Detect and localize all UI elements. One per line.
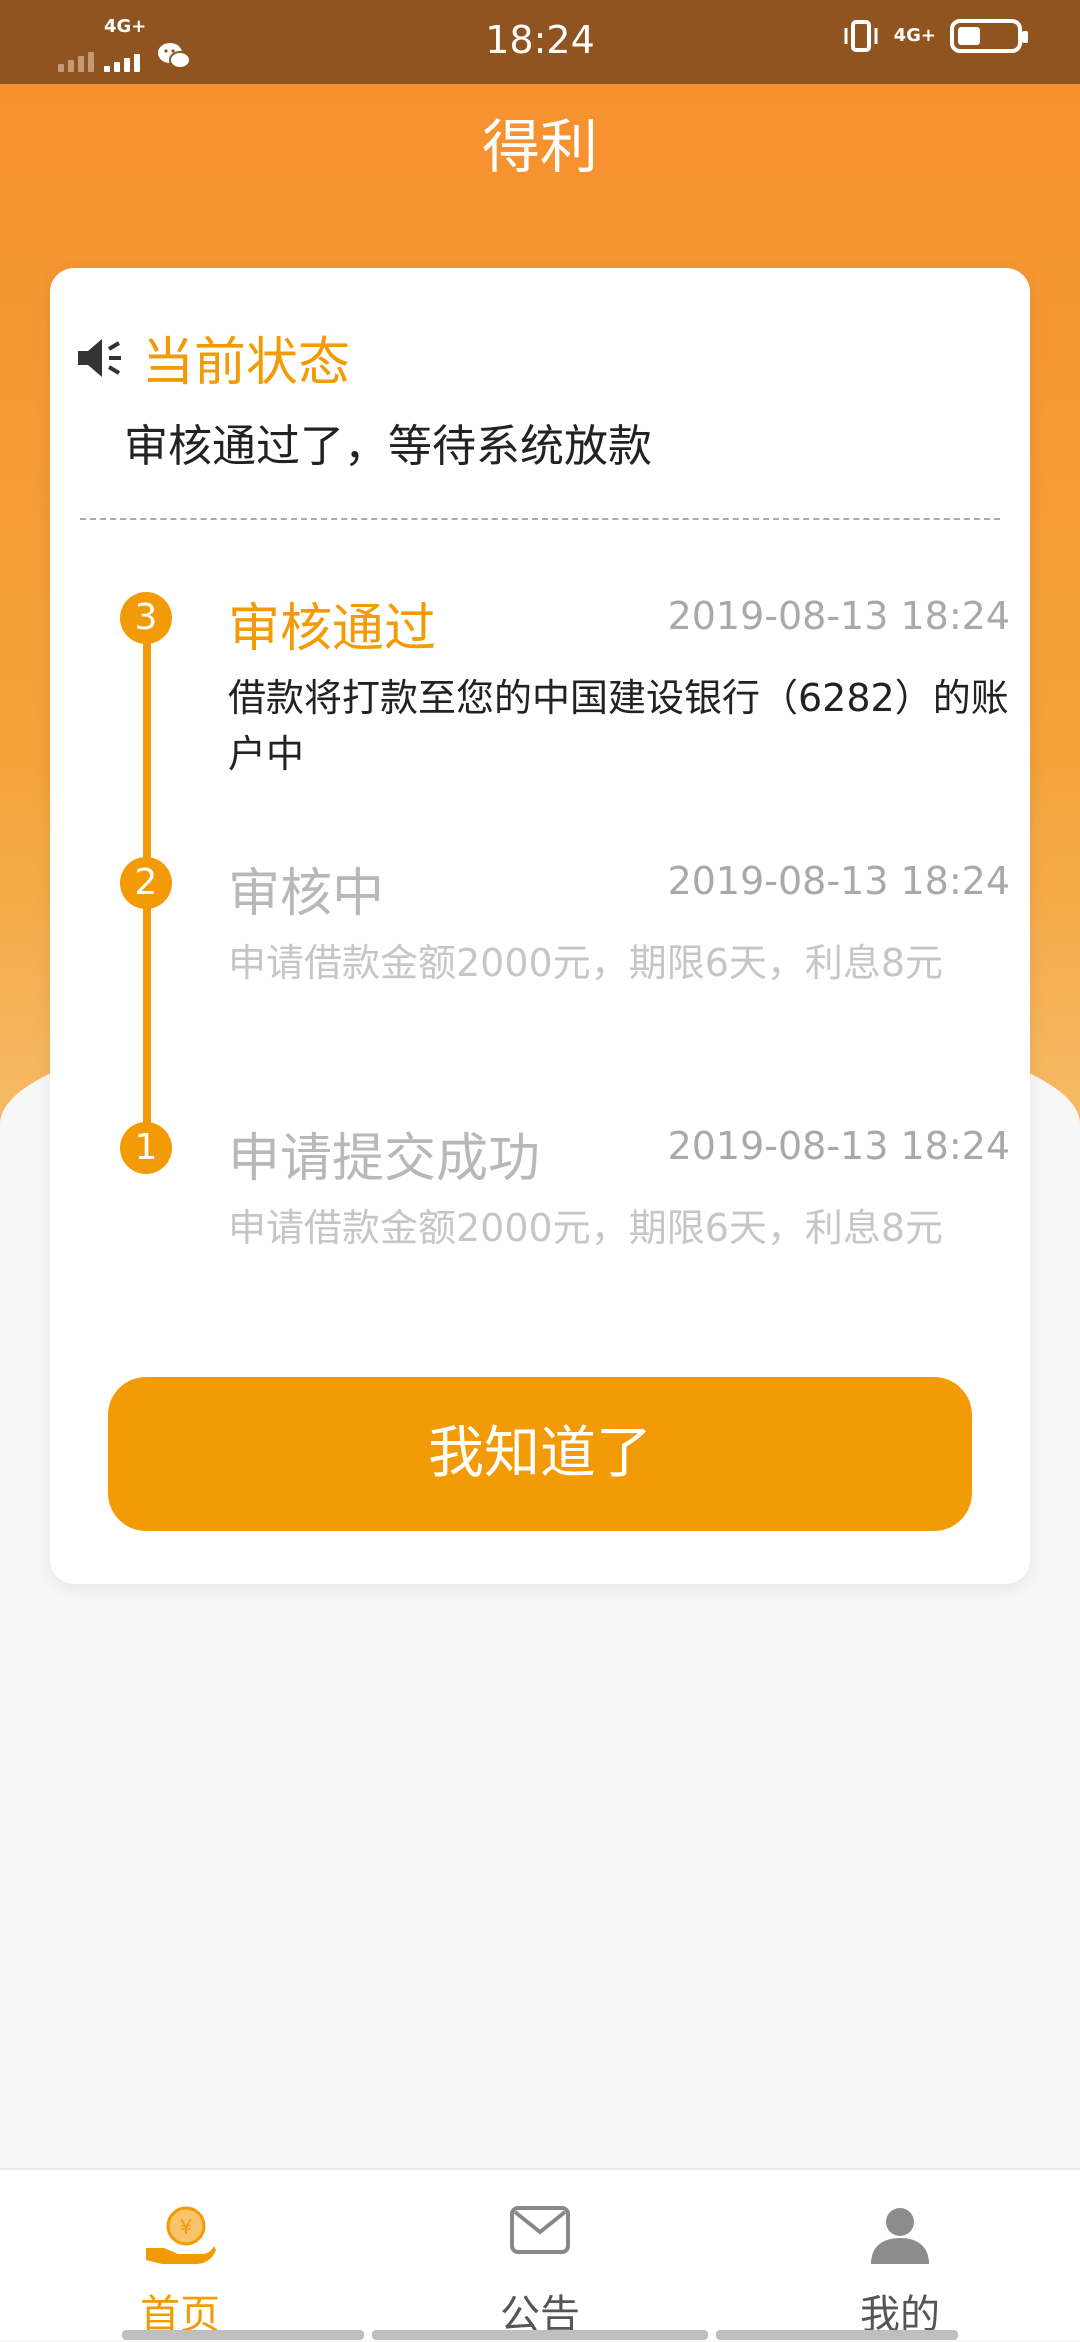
confirm-button[interactable]: 我知道了 bbox=[108, 1377, 972, 1531]
bottom-tab-bar: ¥ 首页 公告 我的 bbox=[0, 2168, 1080, 2340]
speaker-icon bbox=[78, 338, 121, 377]
nav-indicator-left bbox=[122, 2330, 364, 2340]
nav-indicator-center bbox=[372, 2330, 708, 2340]
current-status-label: 当前状态 bbox=[142, 333, 351, 393]
mail-icon bbox=[360, 2204, 720, 2256]
status-bar: 4G+ 18:24 4G+ bbox=[0, 0, 1080, 84]
step-title: 审核中 bbox=[228, 864, 385, 924]
vibrate-icon bbox=[844, 20, 878, 52]
tab-home[interactable]: ¥ 首页 bbox=[0, 2170, 360, 2342]
step-time: 2019-08-13 18:24 bbox=[667, 594, 1010, 638]
step-time: 2019-08-13 18:24 bbox=[667, 859, 1010, 903]
battery-icon bbox=[950, 19, 1028, 53]
coin-hand-icon: ¥ bbox=[0, 2204, 360, 2268]
step-time: 2019-08-13 18:24 bbox=[667, 1124, 1010, 1168]
step-title: 申请提交成功 bbox=[228, 1129, 541, 1189]
step-number-badge: 1 bbox=[120, 1122, 172, 1174]
tab-announcements[interactable]: 公告 bbox=[360, 2170, 720, 2342]
step-description: 申请借款金额2000元，期限6天，利息8元 bbox=[228, 941, 944, 985]
step-number-badge: 3 bbox=[120, 592, 172, 644]
step-description: 借款将打款至您的中国建设银行（6282）的账户中 bbox=[228, 676, 1009, 776]
user-icon bbox=[720, 2204, 1080, 2266]
current-status-text: 审核通过了，等待系统放款 bbox=[124, 421, 652, 472]
status-right: 4G+ bbox=[842, 18, 1028, 54]
step-description: 申请借款金额2000元，期限6天，利息8元 bbox=[228, 1206, 944, 1250]
svg-text:¥: ¥ bbox=[180, 2215, 193, 2239]
network-type-label-right: 4G+ bbox=[893, 25, 936, 46]
nav-indicator-right bbox=[716, 2330, 958, 2340]
step-title: 审核通过 bbox=[228, 599, 437, 659]
page-title: 得利 bbox=[481, 113, 598, 181]
dashed-divider bbox=[80, 518, 1000, 520]
current-status-header: 当前状态 bbox=[74, 320, 350, 395]
tab-mine[interactable]: 我的 bbox=[720, 2170, 1080, 2342]
step-number-badge: 2 bbox=[120, 857, 172, 909]
